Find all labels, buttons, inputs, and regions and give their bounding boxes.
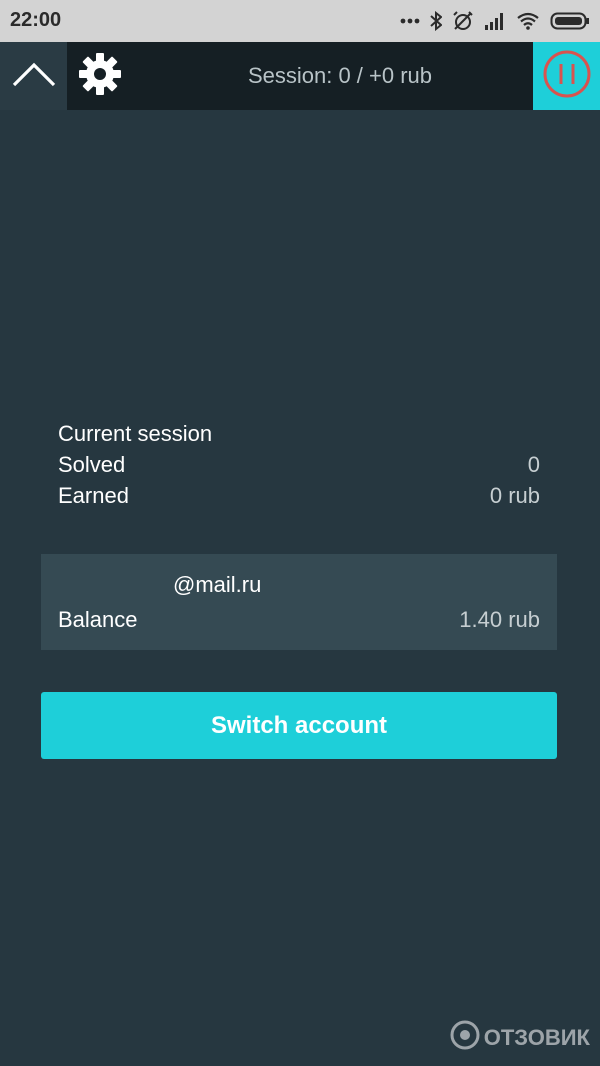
pause-icon xyxy=(541,48,593,105)
status-icons xyxy=(400,8,590,34)
watermark-text: ОТЗОВИК xyxy=(483,1025,590,1050)
alarm-off-icon xyxy=(452,11,474,31)
earned-value: 0 rub xyxy=(489,483,540,508)
watermark: ОТЗОВИК xyxy=(450,1020,590,1056)
solved-value: 0 xyxy=(527,452,540,477)
settings-button[interactable] xyxy=(72,42,128,110)
more-dots-icon xyxy=(400,18,420,24)
account-email: @mail.ru xyxy=(173,572,262,597)
session-heading: Current session xyxy=(58,421,213,446)
session-title: Session: 0 / +0 rub xyxy=(247,63,433,88)
status-time: 22:00 xyxy=(10,9,62,31)
solved-label: Solved xyxy=(58,452,126,477)
balance-label: Balance xyxy=(58,607,138,632)
solved-row: Solved 0 xyxy=(58,449,540,480)
app-header: Session: 0 / +0 rub xyxy=(0,42,600,110)
earned-row: Earned 0 rub xyxy=(58,480,540,511)
pause-button[interactable] xyxy=(533,42,600,110)
session-heading-row: Current session xyxy=(58,418,540,449)
signal-icon xyxy=(484,12,506,30)
earned-label: Earned xyxy=(58,483,129,508)
bluetooth-icon xyxy=(430,11,442,31)
gear-icon xyxy=(78,52,122,101)
wifi-icon xyxy=(516,12,540,30)
account-card: @mail.ru Balance 1.40 rub xyxy=(41,554,557,650)
balance-value: 1.40 rub xyxy=(459,607,540,632)
current-session-stats: Current session Solved 0 Earned 0 rub xyxy=(58,418,540,511)
watermark-logo-icon xyxy=(450,1020,480,1056)
chevron-up-icon xyxy=(11,60,57,93)
status-bar: 22:00 xyxy=(0,0,600,42)
switch-account-button[interactable]: Switch account xyxy=(41,692,557,759)
collapse-button[interactable] xyxy=(0,42,67,110)
battery-icon xyxy=(550,12,590,30)
